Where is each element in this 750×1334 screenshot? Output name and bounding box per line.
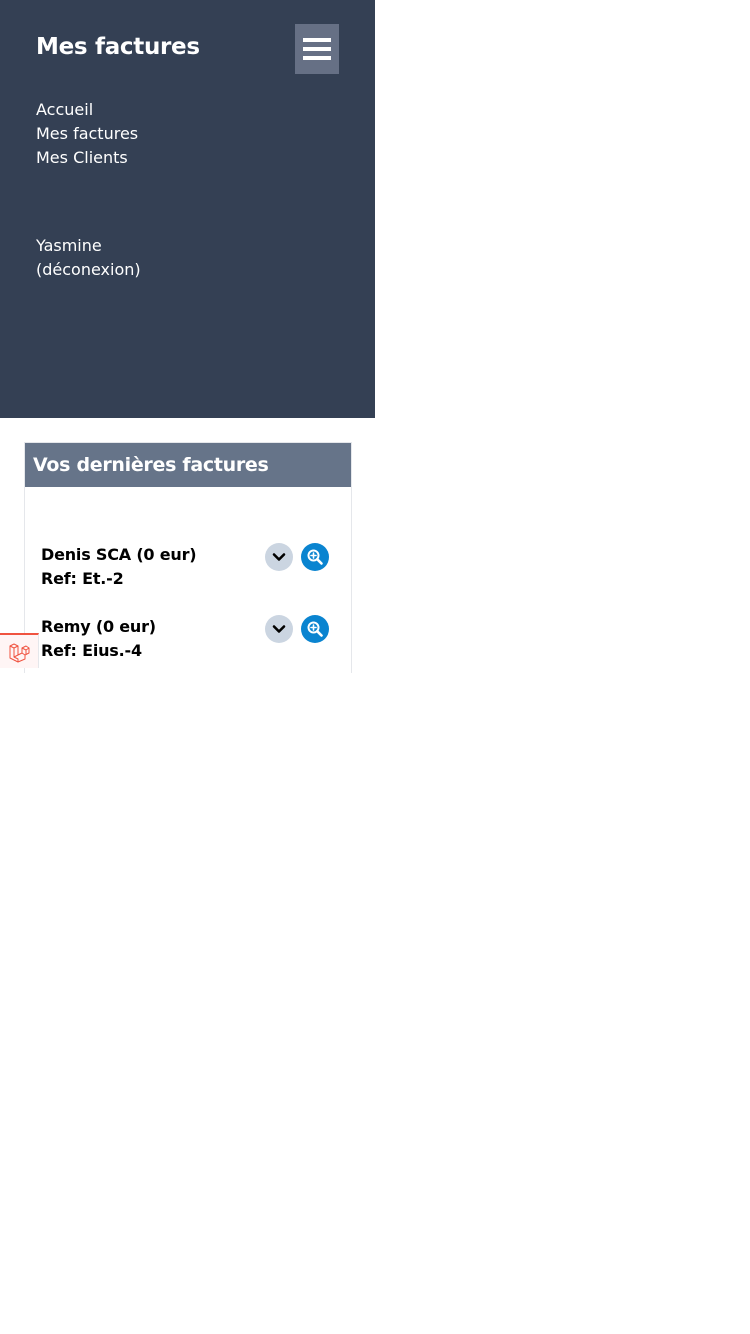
logout-link[interactable]: (déconexion) xyxy=(36,258,141,282)
nav-link-mes-factures[interactable]: Mes factures xyxy=(36,122,138,146)
card-title: Vos dernières factures xyxy=(25,443,351,487)
invoice-item: Remy (0 eur) Ref: Eius.-4 xyxy=(41,615,333,663)
invoice-item: Denis SCA (0 eur) Ref: Et.-2 xyxy=(41,543,333,591)
hamburger-icon xyxy=(303,38,331,42)
invoice-actions xyxy=(265,615,329,643)
expand-button[interactable] xyxy=(265,615,293,643)
hamburger-icon-bar xyxy=(303,56,331,60)
laravel-debugbar-toggle[interactable] xyxy=(0,633,39,668)
laravel-logo-icon xyxy=(9,643,30,662)
nav-link-accueil[interactable]: Accueil xyxy=(36,98,138,122)
recent-invoices-card: Vos dernières factures Denis SCA (0 eur)… xyxy=(24,442,352,673)
view-invoice-button[interactable] xyxy=(301,615,329,643)
user-name: Yasmine xyxy=(36,236,102,255)
view-invoice-button[interactable] xyxy=(301,543,329,571)
expand-button[interactable] xyxy=(265,543,293,571)
main-nav: Accueil Mes factures Mes Clients xyxy=(36,98,138,170)
zoom-in-icon xyxy=(307,621,323,637)
hamburger-menu-button[interactable] xyxy=(295,24,339,74)
invoice-actions xyxy=(265,543,329,571)
zoom-in-icon xyxy=(307,549,323,565)
chevron-down-icon xyxy=(272,625,286,633)
sidebar: Mes factures Accueil Mes factures Mes Cl… xyxy=(0,0,375,418)
hamburger-icon-bar xyxy=(303,47,331,51)
nav-link-mes-clients[interactable]: Mes Clients xyxy=(36,146,138,170)
chevron-down-icon xyxy=(272,553,286,561)
brand-title: Mes factures xyxy=(36,34,200,60)
user-block: Yasmine (déconexion) xyxy=(36,234,141,282)
